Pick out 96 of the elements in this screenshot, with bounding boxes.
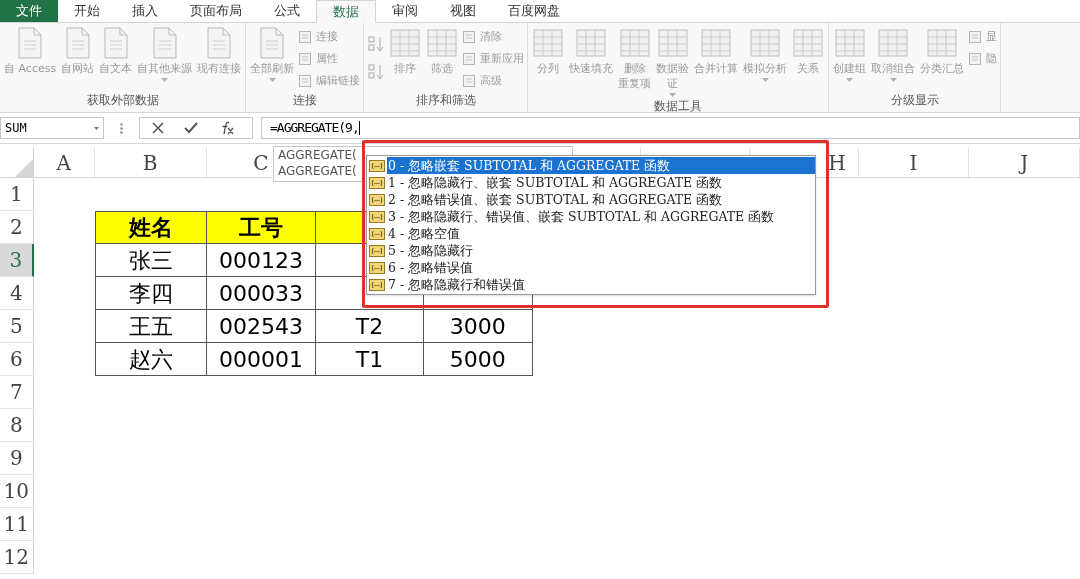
document-icon [18,27,43,59]
ribbon-tab[interactable]: 开始 [58,0,116,22]
table-cell: 000033 [206,277,317,310]
table-cell: 张三 [94,244,207,277]
table-cell: 000123 [206,244,317,277]
table-cell: 王五 [94,310,207,343]
argument-icon [369,278,385,291]
table-cell: 赵六 [94,343,207,376]
list-icon [298,30,313,44]
argument-icon [369,261,385,274]
row-header[interactable]: 1 [0,178,34,211]
header-cell: 姓名 [94,211,207,244]
document-icon [207,27,232,59]
document-icon [65,27,90,59]
column-header[interactable]: B [142,147,158,178]
grid-icon [792,27,825,59]
row-header[interactable]: 9 [0,442,34,475]
list-icon [298,74,313,88]
row-header[interactable]: 8 [0,409,34,442]
row-header[interactable]: 3 [0,244,34,277]
ribbon-tab[interactable]: 视图 [434,0,492,22]
grid-icon [656,27,689,59]
grid-icon [389,27,422,59]
document-icon [260,27,285,59]
tooltip-text: AGGREGATE( [278,147,357,163]
table-cell: 5000 [423,343,533,376]
more-icon [120,122,123,134]
list-icon [462,30,477,44]
ribbon-tab[interactable]: 公式 [258,0,316,22]
grid-icon [618,27,651,59]
ribbon-tab[interactable]: 插入 [116,0,174,22]
document-icon [103,27,128,59]
grid-icon [700,27,733,59]
grid-icon [749,27,782,59]
list-icon [968,52,983,66]
argument-icon [369,193,385,206]
ribbon-tab[interactable]: 审阅 [376,0,434,22]
grid-icon [426,27,459,59]
row-header[interactable]: 7 [0,376,34,409]
ribbon-tab[interactable]: 数据 [316,0,376,23]
table-cell: 000001 [206,343,317,376]
argument-icon [369,244,385,257]
column-header[interactable]: J [1020,147,1029,178]
close-icon[interactable] [152,122,164,134]
grid-icon [877,27,910,59]
table-cell: T1 [316,343,424,376]
argument-icon [369,176,385,189]
caret-icon [94,126,99,130]
ribbon-tab[interactable]: 百度网盘 [492,0,576,22]
document-icon [152,27,177,59]
name-box[interactable]: SUM [0,117,104,139]
header-cell: 工号 [206,211,317,244]
table-cell: 李四 [94,277,207,310]
row-header[interactable]: 12 [0,541,34,574]
column-header[interactable]: I [909,147,918,178]
autocomplete-item[interactable]: 0 - 忽略嵌套 SUBTOTAL 和 AGGREGATE 函数 [387,157,815,174]
formula-text[interactable]: =AGGREGATE(9, [270,118,359,138]
column-header[interactable]: H [828,147,846,178]
table-cell: 3000 [423,310,533,343]
argument-icon [369,210,385,223]
argument-icon [369,227,385,240]
group-label: 数据工具 [653,98,704,115]
table-cell: T2 [316,310,424,343]
row-header[interactable]: 11 [0,508,34,541]
grid-icon [833,27,866,59]
list-icon [462,52,477,66]
column-header[interactable]: C [253,147,269,178]
grid-icon [575,27,608,59]
grid-icon [532,27,565,59]
ribbon-tab[interactable]: 页面布局 [174,0,258,22]
autocomplete-item[interactable]: 7 - 忽略隐藏行和错误值 [387,276,815,293]
check-icon[interactable] [184,122,198,134]
row-header[interactable]: 6 [0,343,34,376]
row-header[interactable]: 10 [0,475,34,508]
group-label: 排序和筛选 [414,92,477,109]
table-cell: 002543 [206,310,317,343]
group-label: 获取外部数据 [85,92,160,109]
column-header[interactable]: A [56,147,71,178]
list-icon [462,74,477,88]
group-label: 分级显示 [889,92,940,109]
ribbon-tab[interactable]: 文件 [0,0,58,22]
autocomplete-item[interactable]: 2 - 忽略错误值、嵌套 SUBTOTAL 和 AGGREGATE 函数 [387,191,815,208]
group-label: 连接 [291,92,318,109]
autocomplete-item[interactable]: 5 - 忽略隐藏行 [387,242,815,259]
row-header[interactable]: 4 [0,277,34,310]
argument-icon [369,159,385,172]
autocomplete-item[interactable]: 4 - 忽略空值 [387,225,815,242]
grid-icon [926,27,959,59]
autocomplete-item[interactable]: 1 - 忽略隐藏行、嵌套 SUBTOTAL 和 AGGREGATE 函数 [387,174,815,191]
list-icon [968,30,983,44]
autocomplete-item[interactable]: 6 - 忽略错误值 [387,259,815,276]
list-icon [298,52,313,66]
row-header[interactable]: 2 [0,211,34,244]
row-header[interactable]: 5 [0,310,34,343]
tooltip-text: AGGREGATE( [278,163,357,179]
autocomplete-item[interactable]: 3 - 忽略隐藏行、错误值、嵌套 SUBTOTAL 和 AGGREGATE 函数 [387,208,815,225]
